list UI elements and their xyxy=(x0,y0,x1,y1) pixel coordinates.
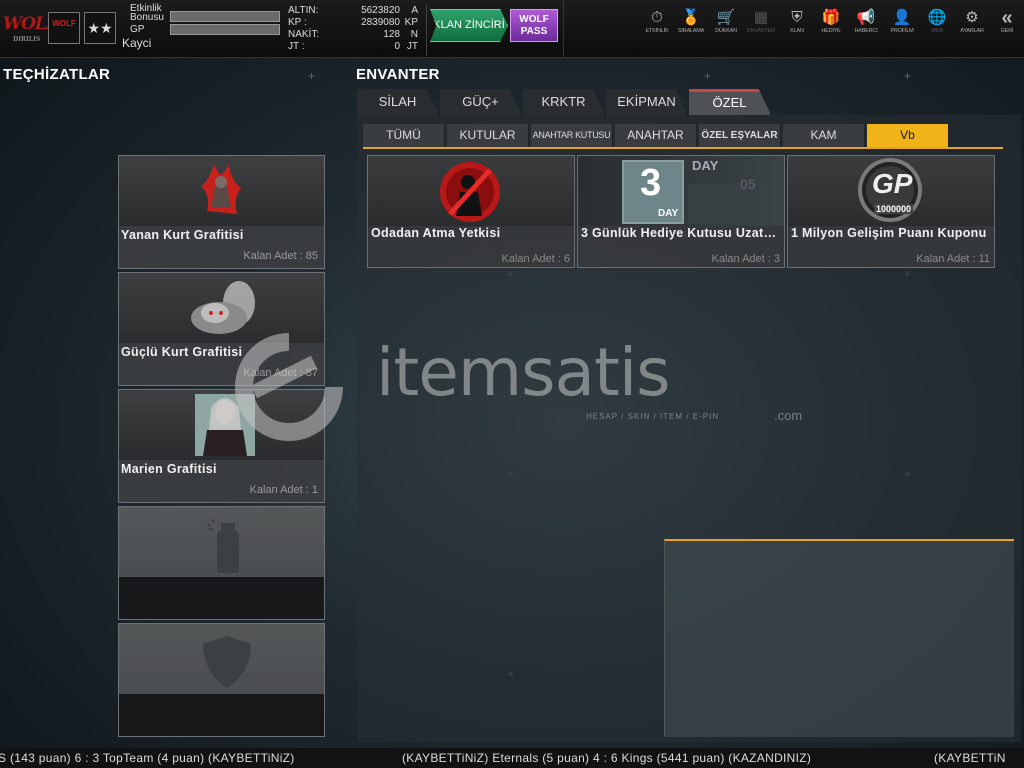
back-icon: « xyxy=(1001,7,1013,29)
item-image-05-label: 05 xyxy=(740,176,756,192)
clan-chain-button[interactable]: KLAN ZİNCİRİ xyxy=(430,9,508,42)
equipment-slot-1[interactable]: Yanan Kurt Grafitisi Kalan Adet : 85 xyxy=(118,155,325,269)
subtab-kam[interactable]: KAM xyxy=(783,124,865,147)
spray-can-icon xyxy=(207,519,239,573)
ticker-segment: (KAYBETTiN xyxy=(934,751,1006,765)
gp-coin-label: GP xyxy=(872,168,913,199)
inventory-icon: ▦ xyxy=(753,9,769,26)
top-bar: WOLF DIRILIS WOLF ★★ Etkinlik Bonusu GP … xyxy=(0,0,1024,58)
nav-messenger[interactable]: 📢 HABERCİ xyxy=(849,8,883,34)
kick-permission-image xyxy=(368,156,574,226)
item-name: Odadan Atma Yetkisi xyxy=(371,226,501,240)
tab-power[interactable]: GÜÇ+ xyxy=(440,89,522,115)
currency-jt: JT : 0 JT xyxy=(288,41,418,52)
currency-cash: NAKİT: 128 N xyxy=(288,29,418,40)
slot-item-count: Kalan Adet : 85 xyxy=(243,250,318,262)
tab-special[interactable]: ÖZEL xyxy=(689,89,771,115)
gift-icon: 🎁 xyxy=(821,9,841,26)
currency-gold: ALTIN: 5623820 A xyxy=(288,5,418,16)
username: Kayci xyxy=(122,36,152,50)
equipment-slot-shield-empty[interactable] xyxy=(118,623,325,737)
inventory-title: ENVANTER xyxy=(356,66,440,83)
divider xyxy=(426,4,427,56)
gp-label: GP xyxy=(130,24,145,35)
main-nav: ⏱ ETKİNLİK 🏅 SIRALAMA 🛒 DÜKKAN ▦ ENVANTE… xyxy=(640,8,1024,48)
item-count: Kalan Adet : 11 xyxy=(916,253,990,265)
item-image-big-number: 3 xyxy=(640,162,662,204)
wolf-pass-button[interactable]: WOLF PASS xyxy=(510,9,558,42)
nav-clan[interactable]: ⛨ KLAN xyxy=(780,8,814,34)
subtab-key-box[interactable]: ANAHTAR KUTUSU xyxy=(531,124,613,147)
slot-item-name: Marien Grafitisi xyxy=(121,462,217,476)
rank-badge: ★★ xyxy=(84,12,116,44)
clan-badge[interactable]: WOLF xyxy=(48,12,80,44)
burning-wolf-graffiti-image xyxy=(119,156,324,226)
tab-character[interactable]: KRKTR xyxy=(523,89,605,115)
gear-icon: ⚙ xyxy=(965,9,979,26)
shield-icon xyxy=(203,636,251,688)
tab-equipment[interactable]: EKİPMAN xyxy=(606,89,688,115)
divider xyxy=(563,0,564,58)
tab-weapon[interactable]: SİLAH xyxy=(357,89,439,115)
subtab-special-items[interactable]: ÖZEL EŞYALAR xyxy=(699,124,781,147)
subtab-key[interactable]: ANAHTAR xyxy=(615,124,697,147)
medal-icon: 🏅 xyxy=(681,9,701,26)
gp-coupon-image: GP 1000000 xyxy=(788,156,994,226)
item-image-day-label: DAY xyxy=(658,208,679,219)
item-name: 1 Milyon Gelişim Puanı Kuponu xyxy=(791,226,987,240)
item-detail-panel xyxy=(664,539,1014,737)
cart-icon: 🛒 xyxy=(716,9,736,26)
profile-icon: 👤 xyxy=(892,9,912,26)
nav-gift[interactable]: 🎁 HEDİYE xyxy=(814,8,848,34)
event-bonus-bar xyxy=(170,11,280,22)
nav-web[interactable]: 🌐 WEB xyxy=(920,8,954,34)
subtab-boxes[interactable]: KUTULAR xyxy=(447,124,529,147)
ticker-segment: (KAYBETTiNiZ) Eternals (5 puan) 4 : 6 Ki… xyxy=(402,751,812,765)
inventory-subtabs: TÜMÜ KUTULAR ANAHTAR KUTUSU ANAHTAR ÖZEL… xyxy=(363,124,1003,149)
gp-coin-amount: 1000000 xyxy=(874,204,914,214)
inventory-item-gp-coupon[interactable]: GP 1000000 1 Milyon Gelişim Puanı Kuponu… xyxy=(787,155,995,268)
currency-panel: ALTIN: 5623820 A KP : 2839080 KP NAKİT: … xyxy=(284,5,424,53)
grid-mark: + xyxy=(308,69,316,83)
item-name: 3 Günlük Hediye Kutusu Uzatma xyxy=(581,226,781,240)
nav-profile[interactable]: 👤 PROFİLM xyxy=(885,8,919,34)
match-results-ticker: S (143 puan) 6 : 3 TopTeam (4 puan) (KAY… xyxy=(0,748,1024,768)
gift-box-extension-image: 3 DAY DAY 05 xyxy=(578,156,784,226)
game-logo: WOLF DIRILIS xyxy=(3,14,58,43)
grid-mark: + xyxy=(704,69,712,83)
grid-mark: + xyxy=(904,69,912,83)
item-count: Kalan Adet : 6 xyxy=(501,253,571,265)
subtab-other[interactable]: Vb xyxy=(867,124,949,147)
nav-settings[interactable]: ⚙ AYARLAR xyxy=(955,8,989,34)
currency-kp: KP : 2839080 KP xyxy=(288,17,418,28)
event-bonus-label: Etkinlik Bonusu xyxy=(130,3,164,23)
inventory-item-gift-box-extension[interactable]: 3 DAY DAY 05 3 Günlük Hediye Kutusu Uzat… xyxy=(577,155,785,268)
nav-event[interactable]: ⏱ ETKİNLİK xyxy=(640,8,674,34)
timer-icon: ⏱ xyxy=(651,9,663,26)
item-image-day-label-2: DAY xyxy=(692,158,719,173)
item-count: Kalan Adet : 3 xyxy=(711,253,781,265)
watermark-logo-icon xyxy=(235,333,343,441)
slot-item-count: Kalan Adet : 1 xyxy=(249,484,319,496)
inventory-item-kick-permission[interactable]: Odadan Atma Yetkisi Kalan Adet : 6 xyxy=(367,155,575,268)
globe-icon: 🌐 xyxy=(927,9,947,26)
nav-inventory[interactable]: ▦ ENVANTER xyxy=(744,8,778,34)
subtab-all[interactable]: TÜMÜ xyxy=(363,124,445,147)
megaphone-icon: 📢 xyxy=(856,9,876,26)
equipment-slot-spray-empty[interactable] xyxy=(118,506,325,620)
equipment-title: TEÇHİZATLAR xyxy=(3,66,111,83)
slot-item-name: Yanan Kurt Grafitisi xyxy=(121,228,244,242)
shield-icon: ⛨ xyxy=(791,9,803,26)
gp-bar xyxy=(170,24,280,35)
nav-ranking[interactable]: 🏅 SIRALAMA xyxy=(674,8,708,34)
nav-shop[interactable]: 🛒 DÜKKAN xyxy=(709,8,743,34)
watermark: itemsatis HESAP / SKIN / ITEM / E-PIN .c… xyxy=(214,332,814,442)
nav-back[interactable]: « GERİ xyxy=(990,8,1024,34)
ticker-segment: S (143 puan) 6 : 3 TopTeam (4 puan) (KAY… xyxy=(0,751,295,765)
